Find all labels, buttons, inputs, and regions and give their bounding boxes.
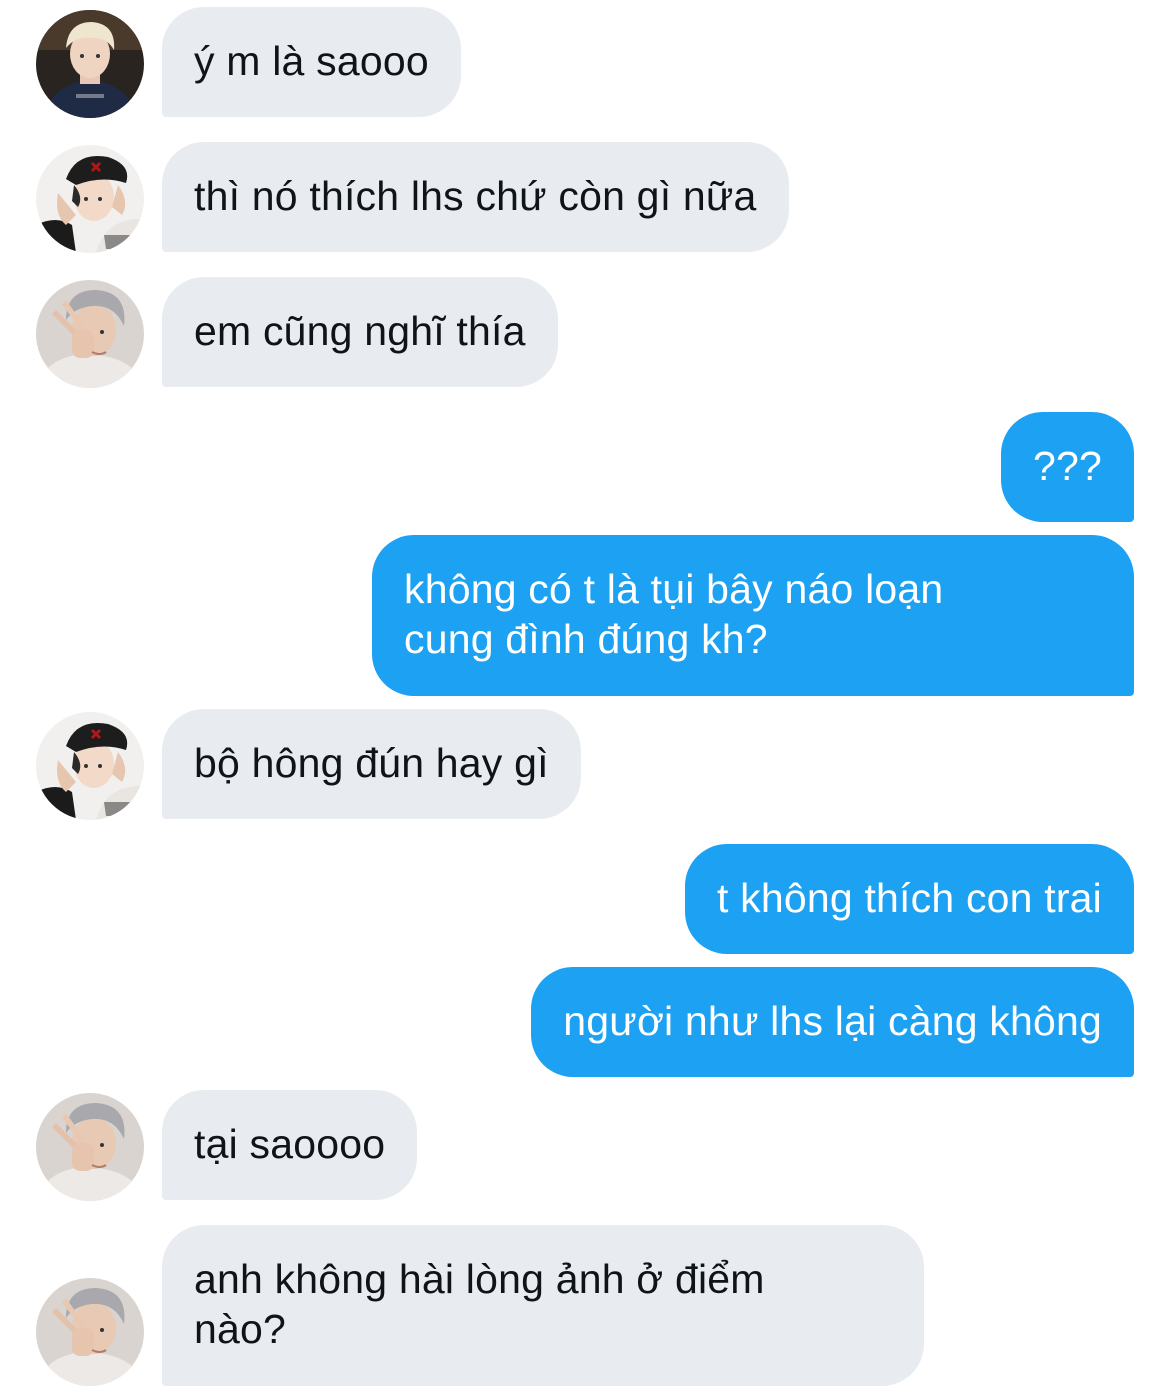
message-text: tại saoooo xyxy=(194,1121,386,1167)
message-text-line: nào? xyxy=(194,1306,287,1352)
message-text: thì nó thích lhs chứ còn gì nữa xyxy=(194,173,757,219)
avatar[interactable] xyxy=(36,280,144,388)
message-text: bộ hông đún hay gì xyxy=(194,740,549,786)
avatar-cap-person-icon xyxy=(36,145,144,253)
avatar[interactable] xyxy=(36,145,144,253)
avatar-gray-hair-person-icon xyxy=(36,1093,144,1201)
message-text: người như lhs lại càng không xyxy=(563,998,1102,1044)
message-bubble[interactable]: bộ hông đún hay gì xyxy=(162,709,581,819)
message-text: em cũng nghĩ thía xyxy=(194,308,526,354)
message-bubble[interactable]: người như lhs lại càng không xyxy=(531,967,1134,1077)
message-text-line: cung đình đúng kh? xyxy=(404,616,768,662)
message-bubble[interactable]: không có t là tụi bây náo loạn cung đình… xyxy=(372,535,1134,696)
message-bubble[interactable]: anh không hài lòng ảnh ở điểm nào? xyxy=(162,1225,924,1386)
avatar-cap-person-icon xyxy=(36,712,144,820)
avatar-blond-person-icon xyxy=(36,10,144,118)
avatar[interactable] xyxy=(36,1278,144,1386)
message-text: t không thích con trai xyxy=(716,875,1102,921)
avatar[interactable] xyxy=(36,10,144,118)
conversation-thread: ý m là saooo thì nó thích lhs chứ còn gì… xyxy=(0,0,1170,1400)
message-text: ??? xyxy=(1032,443,1102,489)
message-bubble[interactable]: em cũng nghĩ thía xyxy=(162,277,558,387)
message-bubble[interactable]: ý m là saooo xyxy=(162,7,461,117)
message-bubble[interactable]: thì nó thích lhs chứ còn gì nữa xyxy=(162,142,789,252)
message-text-line: không có t là tụi bây náo loạn xyxy=(404,566,944,612)
message-bubble[interactable]: t không thích con trai xyxy=(684,844,1134,954)
message-text: ý m là saooo xyxy=(194,38,429,84)
avatar-gray-hair-person-icon xyxy=(36,280,144,388)
message-bubble[interactable]: ??? xyxy=(1000,412,1134,522)
avatar[interactable] xyxy=(36,712,144,820)
message-bubble[interactable]: tại saoooo xyxy=(162,1090,418,1200)
avatar-gray-hair-person-icon xyxy=(36,1278,144,1386)
message-text-line: anh không hài lòng ảnh ở điểm xyxy=(194,1256,765,1302)
avatar[interactable] xyxy=(36,1093,144,1201)
